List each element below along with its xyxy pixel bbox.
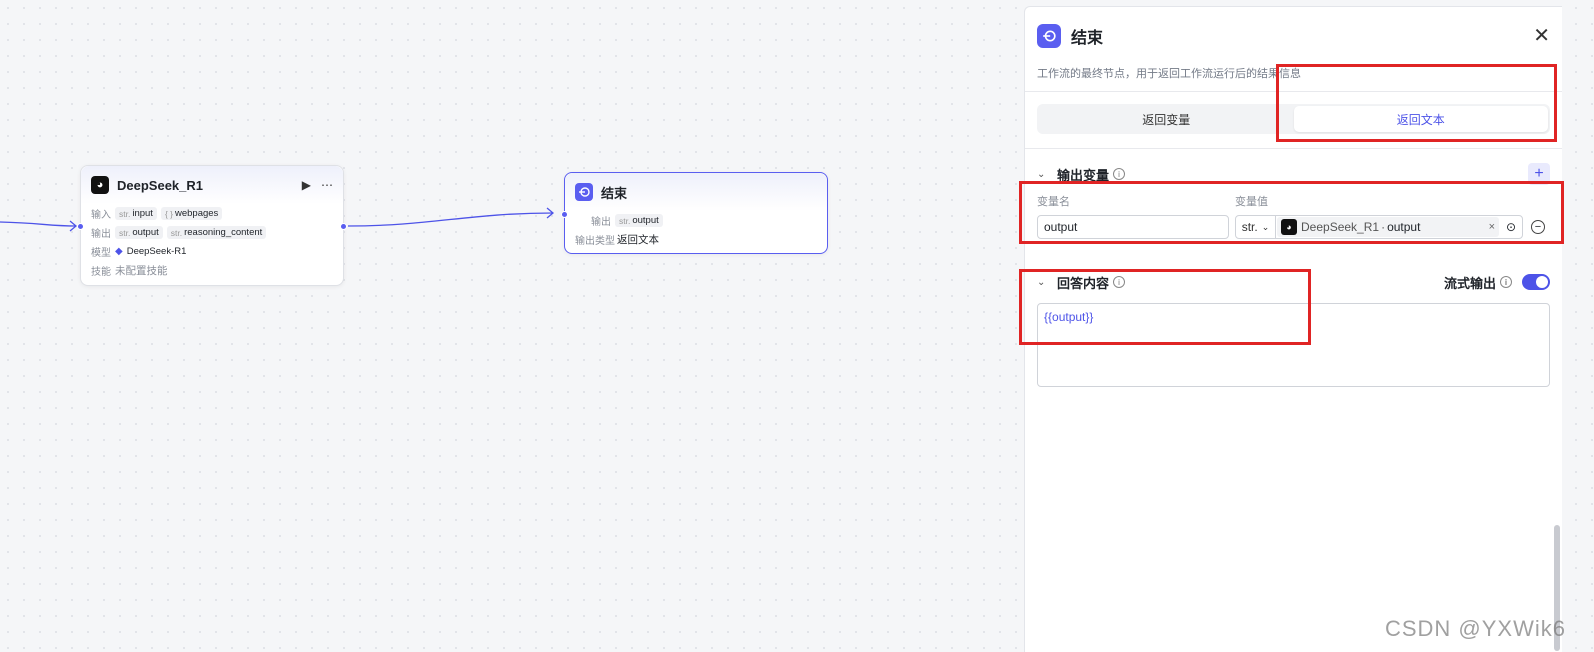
output-pill: str. output: [615, 214, 663, 227]
node-output-type-row: 输出类型 返回文本: [565, 230, 827, 249]
skill-value: 未配置技能: [115, 265, 168, 277]
pill-type: str.: [619, 215, 631, 226]
output-pill: str. output: [115, 226, 163, 239]
pill-name: webpages: [175, 208, 219, 219]
node-skill-row: 技能 未配置技能: [81, 261, 343, 280]
input-handle[interactable]: [561, 211, 568, 218]
node-inputs-row: 输入 str. input { } webpages: [81, 204, 343, 223]
whale-icon: ◆: [115, 246, 123, 257]
close-icon[interactable]: ✕: [1533, 26, 1550, 46]
end-node-icon: [575, 183, 593, 201]
node-outputs-row: 输出 str. output str. reasoning_content: [81, 223, 343, 242]
node-header: 结束: [565, 173, 827, 211]
deepseek-logo-icon: ◕: [91, 176, 109, 194]
node-deepseek-r1[interactable]: ◕ DeepSeek_R1 ▶ ⋯ 输入 str. input { } webpag…: [77, 165, 347, 286]
stream-output: 流式输出 i: [1444, 273, 1550, 292]
node-end[interactable]: 结束 输出 str. output 输出类型 返回文本: [561, 172, 828, 254]
node-header: ◕ DeepSeek_R1 ▶ ⋯: [81, 166, 343, 204]
pill-type: str.: [119, 227, 131, 238]
output-type-value: 返回文本: [617, 234, 659, 246]
node-output-row: 输出 str. output: [565, 211, 827, 230]
run-icon[interactable]: ▶: [302, 178, 311, 192]
pill-name: reasoning_content: [184, 227, 263, 238]
output-type-label: 输出类型: [575, 236, 615, 247]
input-pill: { } webpages: [160, 207, 223, 220]
input-label: 输入: [91, 210, 111, 221]
info-icon[interactable]: i: [1113, 168, 1126, 180]
stream-label: 流式输出: [1443, 275, 1496, 291]
pill-name: output: [632, 215, 659, 226]
tab-return-variable[interactable]: 返回变量: [1039, 106, 1294, 132]
workflow-canvas[interactable]: ◕ DeepSeek_R1 ▶ ⋯ 输入 str. input { } webpag…: [0, 0, 1040, 652]
pill-type: { }: [164, 208, 173, 219]
node-title: DeepSeek_R1: [117, 177, 203, 193]
info-icon[interactable]: i: [1500, 276, 1512, 288]
edge-into-deepseek: [0, 221, 77, 227]
panel-title: 结束: [1071, 30, 1104, 47]
model-name: DeepSeek-R1: [126, 246, 187, 257]
edge-deepseek-to-end: [347, 212, 554, 227]
node-title: 结束: [601, 185, 628, 201]
skill-label: 技能: [91, 267, 111, 278]
panel-header: 结束 ✕: [1025, 7, 1562, 65]
input-handle[interactable]: [77, 223, 84, 230]
output-handle[interactable]: [340, 223, 347, 230]
model-label: 模型: [91, 248, 111, 259]
watermark: CSDN @YXWik6: [1384, 616, 1566, 641]
end-node-icon: [1037, 24, 1061, 48]
chevron-down-icon[interactable]: ⌄: [1037, 169, 1057, 180]
pill-name: output: [132, 227, 159, 238]
pill-type: str.: [119, 208, 131, 219]
more-icon[interactable]: ⋯: [321, 178, 333, 192]
pill-name: input: [132, 208, 153, 219]
highlight-box: [1019, 269, 1311, 345]
output-label: 输出: [91, 229, 111, 240]
output-label: 输出: [591, 217, 611, 228]
highlight-box: [1276, 64, 1557, 142]
pill-type: str.: [170, 227, 183, 238]
stream-toggle[interactable]: [1522, 274, 1550, 290]
node-model-row: 模型 ◆ DeepSeek-R1: [81, 242, 343, 261]
highlight-box: [1019, 181, 1564, 244]
divider: [1025, 148, 1562, 149]
output-pill: str. reasoning_content: [166, 226, 267, 239]
input-pill: str. input: [115, 207, 157, 220]
edges: [0, 207, 555, 232]
